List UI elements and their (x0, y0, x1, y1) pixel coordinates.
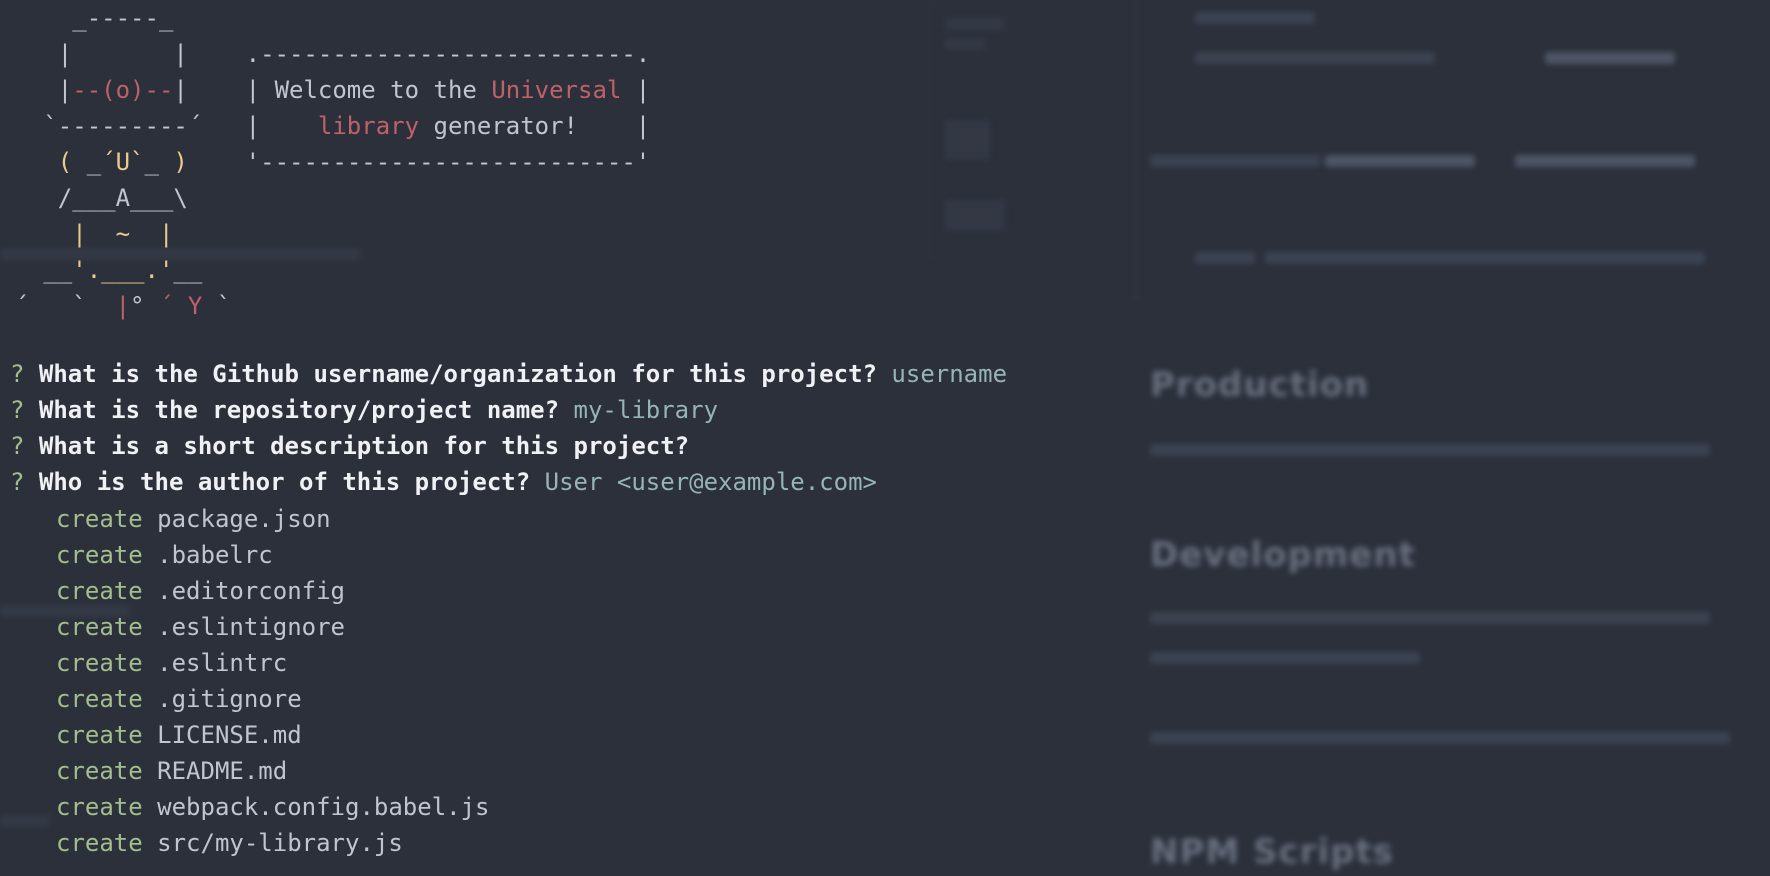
create-label: create (56, 829, 143, 857)
banner-generator-text: generator! (433, 112, 579, 140)
terminal-output: _-----_ | | .--------------------------.… (0, 0, 1770, 876)
prompt-list: ? What is the Github username/organizati… (10, 356, 1007, 500)
yeoman-ascii-art: _-----_ | | .--------------------------.… (14, 4, 651, 320)
create-label: create (56, 721, 143, 749)
banner-library-text: library (317, 112, 420, 140)
list-item: create webpack.config.babel.js (56, 789, 490, 825)
prompt-row: ? What is a short description for this p… (10, 428, 1007, 464)
prompt-row: ? Who is the author of this project? Use… (10, 464, 1007, 500)
create-label: create (56, 793, 143, 821)
list-item: create .gitignore (56, 681, 490, 717)
prompt-question: Who is the author of this project? (38, 468, 531, 496)
question-mark-icon: ? (10, 432, 39, 460)
banner-welcome-text: Welcome to the (274, 76, 477, 104)
file-name: package.json (157, 505, 331, 533)
file-name: src/my-library.js (157, 829, 403, 857)
list-item: create LICENSE.md (56, 717, 490, 753)
file-name: LICENSE.md (157, 721, 302, 749)
create-label: create (56, 577, 143, 605)
list-item: create package.json (56, 501, 490, 537)
question-mark-icon: ? (10, 468, 39, 496)
prompt-question: What is a short description for this pro… (38, 432, 690, 460)
create-label: create (56, 685, 143, 713)
list-item: create .editorconfig (56, 573, 490, 609)
create-label: create (56, 649, 143, 677)
question-mark-icon: ? (10, 360, 39, 388)
prompt-row: ? What is the repository/project name? m… (10, 392, 1007, 428)
file-name: .babelrc (157, 541, 273, 569)
prompt-question: What is the repository/project name? (38, 396, 560, 424)
create-label: create (56, 541, 143, 569)
terminal-window: Production Development NPM Scripts _----… (0, 0, 1770, 876)
list-item: create .eslintignore (56, 609, 490, 645)
prompt-question: What is the Github username/organization… (38, 360, 877, 388)
banner-universal-text: Universal (491, 76, 622, 104)
list-item: create .eslintrc (56, 645, 490, 681)
list-item: create .babelrc (56, 537, 490, 573)
list-item: create src/my-library.js (56, 825, 490, 861)
file-name: .eslintignore (157, 613, 345, 641)
prompt-answer: username (891, 360, 1008, 388)
created-files-list: create package.json create .babelrc crea… (56, 501, 490, 861)
file-name: README.md (157, 757, 288, 785)
prompt-row: ? What is the Github username/organizati… (10, 356, 1007, 392)
create-label: create (56, 757, 143, 785)
file-name: webpack.config.babel.js (157, 793, 490, 821)
file-name: .gitignore (157, 685, 302, 713)
create-label: create (56, 613, 143, 641)
prompt-answer: my-library (573, 396, 719, 424)
prompt-answer: User <user@example.com> (544, 468, 877, 496)
question-mark-icon: ? (10, 396, 39, 424)
list-item: create README.md (56, 753, 490, 789)
create-label: create (56, 505, 143, 533)
file-name: .eslintrc (157, 649, 288, 677)
file-name: .editorconfig (157, 577, 345, 605)
